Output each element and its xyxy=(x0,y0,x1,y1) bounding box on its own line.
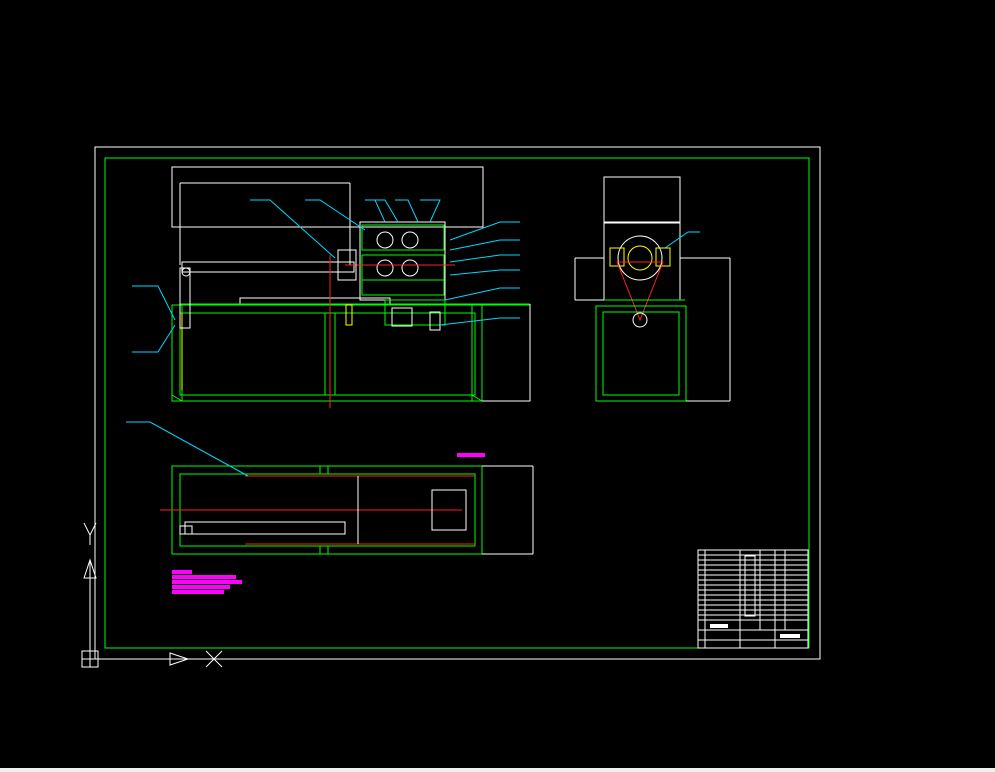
y-axis-arrow-icon xyxy=(83,522,97,651)
cad-model-space[interactable] xyxy=(0,0,995,768)
overall-dim-box xyxy=(171,166,484,228)
ucs-axis-icon xyxy=(81,522,223,668)
top-plan-view[interactable] xyxy=(126,421,534,555)
front-elevation-view[interactable] xyxy=(171,166,531,408)
title-block[interactable] xyxy=(697,549,809,649)
side-elevation-view[interactable] xyxy=(574,176,731,402)
drawing-canvas[interactable] xyxy=(0,0,995,768)
status-strip xyxy=(0,768,995,772)
